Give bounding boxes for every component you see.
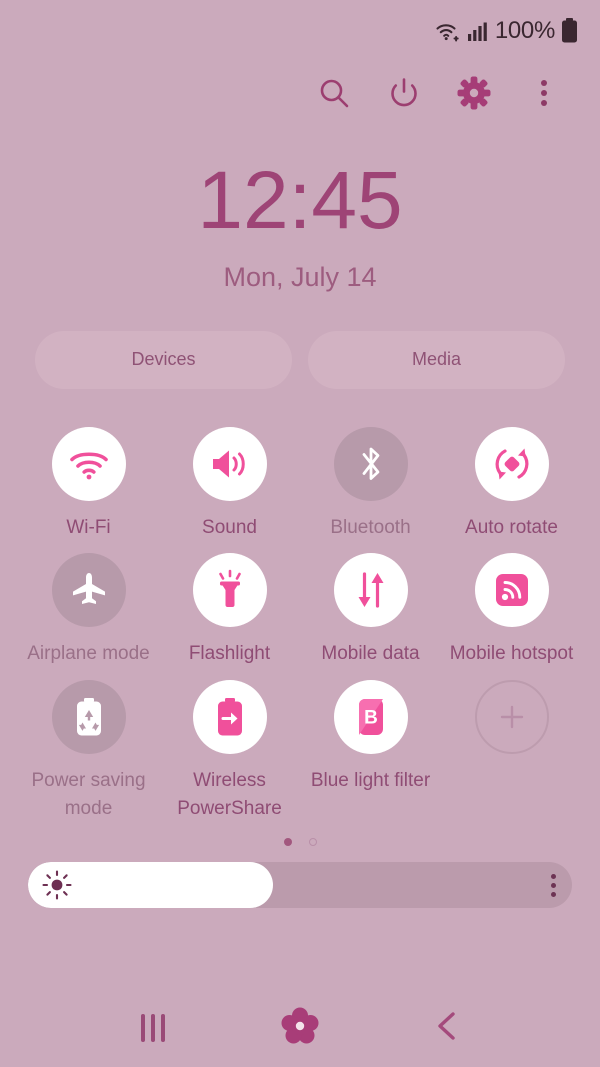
hotspot-icon — [474, 553, 549, 628]
brightness-sun-icon — [42, 870, 72, 900]
brightness-slider[interactable] — [28, 862, 572, 909]
home-flower-icon — [279, 1005, 321, 1052]
tile-label: Mobile data — [321, 643, 420, 665]
cellular-signal-icon — [467, 20, 487, 42]
wireless-powershare-icon — [192, 679, 267, 754]
page-dot-active[interactable] — [283, 838, 292, 847]
status-bar: 100% — [0, 0, 600, 62]
tile-add-button[interactable] — [441, 674, 582, 822]
tile-sound[interactable]: Sound — [159, 421, 300, 542]
mobile-data-icon — [333, 553, 408, 628]
battery-percent-label: 100% — [494, 17, 555, 44]
battery-full-icon — [561, 18, 578, 44]
tile-label: Wi-Fi — [66, 516, 111, 538]
page-dot[interactable] — [308, 838, 317, 847]
flashlight-icon — [192, 553, 267, 628]
tile-wifi[interactable]: Wi-Fi — [18, 421, 159, 542]
clock-date: Mon, July 14 — [223, 261, 377, 292]
sound-icon — [192, 426, 267, 501]
svg-text:B: B — [364, 707, 378, 728]
home-button[interactable] — [270, 998, 330, 1058]
tile-label: Blue light filter — [310, 769, 431, 791]
tile-airplane-mode[interactable]: Airplane mode — [18, 547, 159, 668]
back-chevron-icon — [432, 1009, 462, 1048]
tile-label: Airplane mode — [27, 643, 150, 665]
power-button[interactable] — [382, 71, 426, 115]
wifi-signal-icon — [435, 20, 461, 42]
more-options-button[interactable] — [522, 71, 566, 115]
tile-blue-light-filter[interactable]: B Blue light filter — [300, 674, 441, 822]
tile-label: Bluetooth — [330, 516, 411, 538]
tile-label: Mobile hotspot — [449, 643, 574, 665]
airplane-icon — [51, 553, 126, 628]
brightness-row — [0, 862, 600, 909]
tile-label: Wireless PowerShare — [177, 769, 282, 819]
tile-mobile-hotspot[interactable]: Mobile hotspot — [441, 547, 582, 668]
settings-button[interactable] — [452, 71, 496, 115]
clock-widget[interactable]: 12:45 Mon, July 14 — [0, 155, 600, 293]
navigation-bar — [0, 989, 600, 1067]
tile-auto-rotate[interactable]: Auto rotate — [441, 421, 582, 542]
recents-icon — [141, 1014, 166, 1042]
page-indicator — [0, 836, 600, 848]
blue-light-filter-icon: B — [333, 679, 408, 754]
tile-label: Sound — [202, 516, 257, 538]
media-button[interactable]: Media — [308, 330, 565, 389]
tile-wireless-powershare[interactable]: Wireless PowerShare — [159, 674, 300, 822]
back-button[interactable] — [417, 998, 477, 1058]
tile-power-saving-mode[interactable]: Power saving mode — [18, 674, 159, 822]
tile-bluetooth[interactable]: Bluetooth — [300, 421, 441, 542]
clock-time: 12:45 — [197, 155, 403, 246]
auto-rotate-icon — [474, 426, 549, 501]
brightness-options-button[interactable] — [551, 862, 556, 908]
power-saving-icon — [51, 679, 126, 754]
devices-button[interactable]: Devices — [35, 330, 292, 389]
bluetooth-icon — [333, 426, 408, 501]
tile-mobile-data[interactable]: Mobile data — [300, 547, 441, 668]
quick-settings-grid: Wi-Fi Sound Bluetooth Auto rotate Airpla… — [0, 421, 600, 822]
tile-label: Power saving mode — [31, 769, 146, 819]
search-button[interactable] — [312, 71, 356, 115]
quick-settings-header — [0, 62, 600, 124]
wifi-icon — [51, 426, 126, 501]
recents-button[interactable] — [123, 998, 183, 1058]
tile-flashlight[interactable]: Flashlight — [159, 547, 300, 668]
tile-label: Auto rotate — [465, 516, 558, 538]
shortcut-pill-row: Devices Media — [0, 330, 600, 389]
add-icon — [474, 679, 549, 754]
tile-label: Flashlight — [188, 643, 271, 665]
